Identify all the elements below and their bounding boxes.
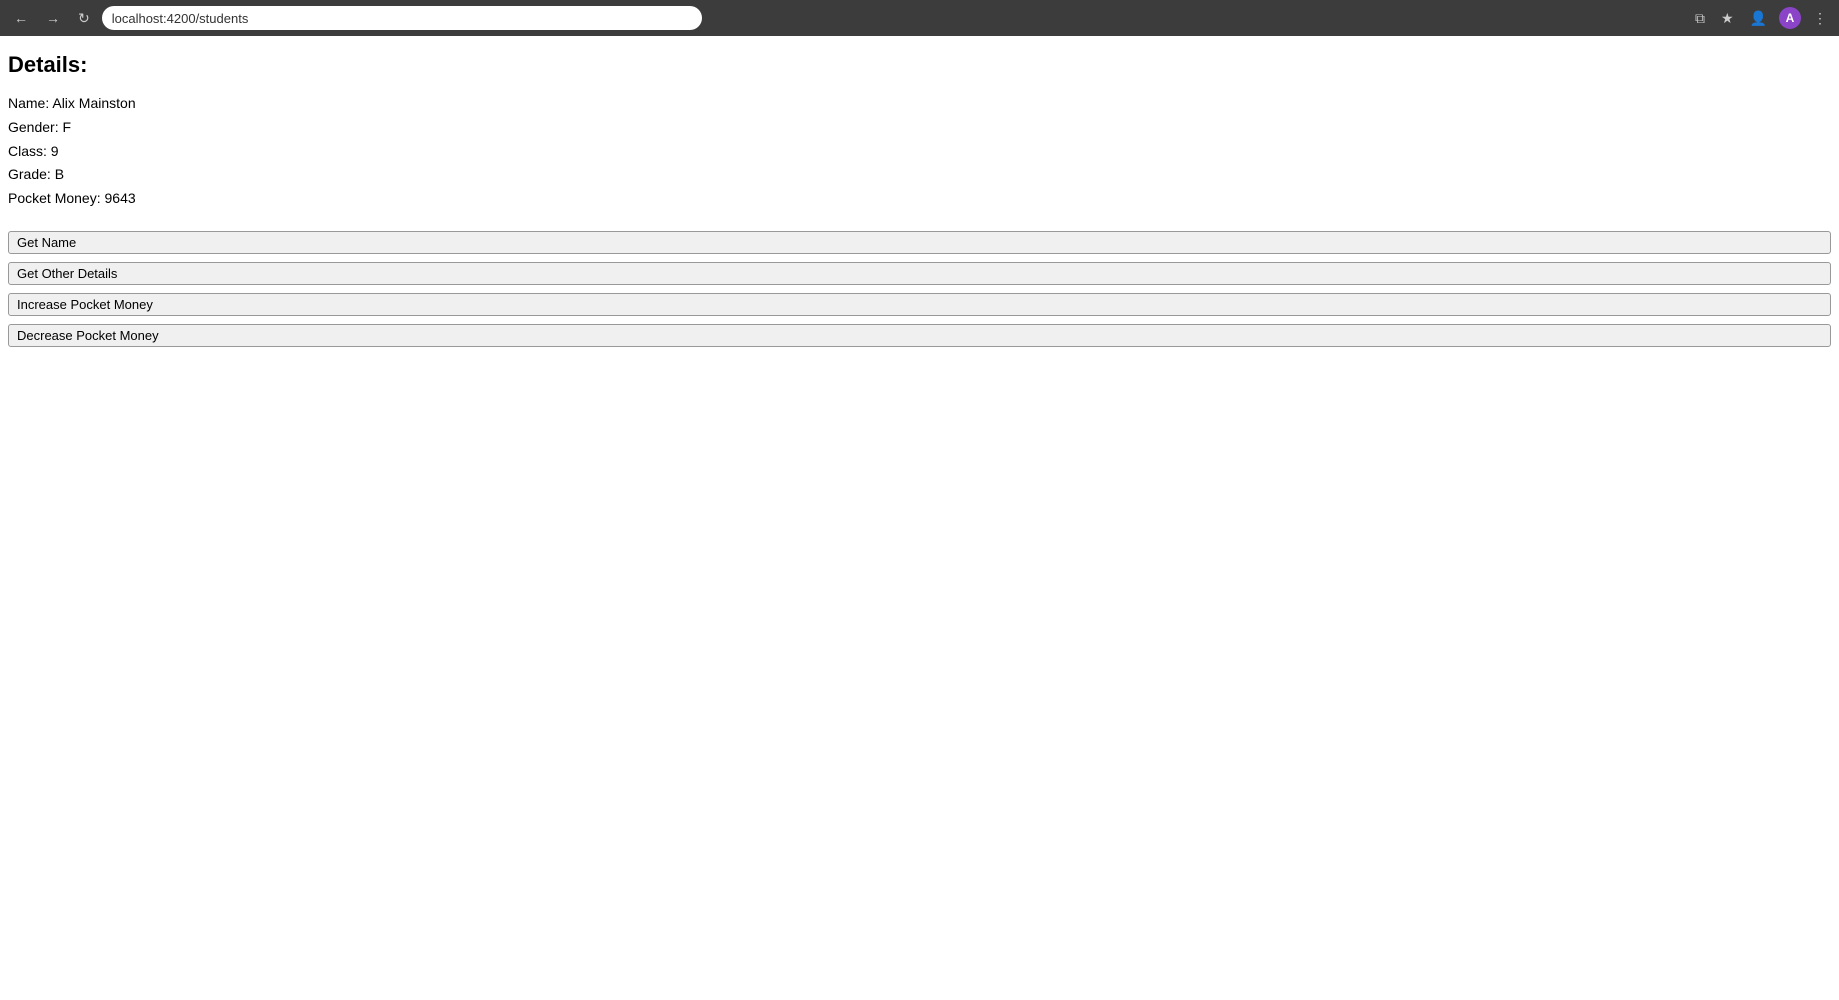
get-other-details-button[interactable]: Get Other Details — [8, 262, 1831, 285]
grade-line: Grade: B — [8, 163, 1831, 187]
profile-icon[interactable]: 👤 — [1746, 8, 1771, 29]
page-title: Details: — [8, 52, 1831, 78]
increase-pocket-money-button[interactable]: Increase Pocket Money — [8, 293, 1831, 316]
browser-chrome: ← → ↻ ⧉ ★ 👤 A ⋮ — [0, 0, 1839, 36]
page-content: Details: Name: Alix Mainston Gender: F C… — [0, 36, 1839, 371]
student-details: Name: Alix Mainston Gender: F Class: 9 G… — [8, 92, 1831, 211]
buttons-section: Get Name Get Other Details Increase Pock… — [8, 231, 1831, 355]
menu-icon[interactable]: ⋮ — [1809, 8, 1831, 29]
pocket-money-label: Pocket Money: — [8, 190, 101, 206]
avatar[interactable]: A — [1779, 7, 1801, 29]
decrease-pocket-money-button[interactable]: Decrease Pocket Money — [8, 324, 1831, 347]
bookmark-icon[interactable]: ★ — [1717, 8, 1738, 29]
forward-button[interactable]: → — [40, 6, 66, 30]
gender-label: Gender: — [8, 119, 59, 135]
browser-right-icons: ⧉ ★ 👤 A ⋮ — [1691, 7, 1831, 29]
pocket-money-line: Pocket Money: 9643 — [8, 187, 1831, 211]
grade-value-text: B — [55, 166, 64, 182]
name-value-text: Alix Mainston — [52, 95, 135, 111]
extensions-icon[interactable]: ⧉ — [1691, 8, 1709, 29]
address-bar[interactable] — [102, 6, 702, 30]
class-value-text: 9 — [51, 143, 59, 159]
name-line: Name: Alix Mainston — [8, 92, 1831, 116]
class-label: Class: — [8, 143, 47, 159]
get-name-button[interactable]: Get Name — [8, 231, 1831, 254]
class-line: Class: 9 — [8, 140, 1831, 164]
refresh-button[interactable]: ↻ — [72, 6, 96, 31]
grade-label: Grade: — [8, 166, 51, 182]
gender-value-text: F — [62, 119, 71, 135]
gender-line: Gender: F — [8, 116, 1831, 140]
name-label: Name: — [8, 95, 49, 111]
pocket-money-value-text: 9643 — [105, 190, 136, 206]
back-button[interactable]: ← — [8, 6, 34, 30]
